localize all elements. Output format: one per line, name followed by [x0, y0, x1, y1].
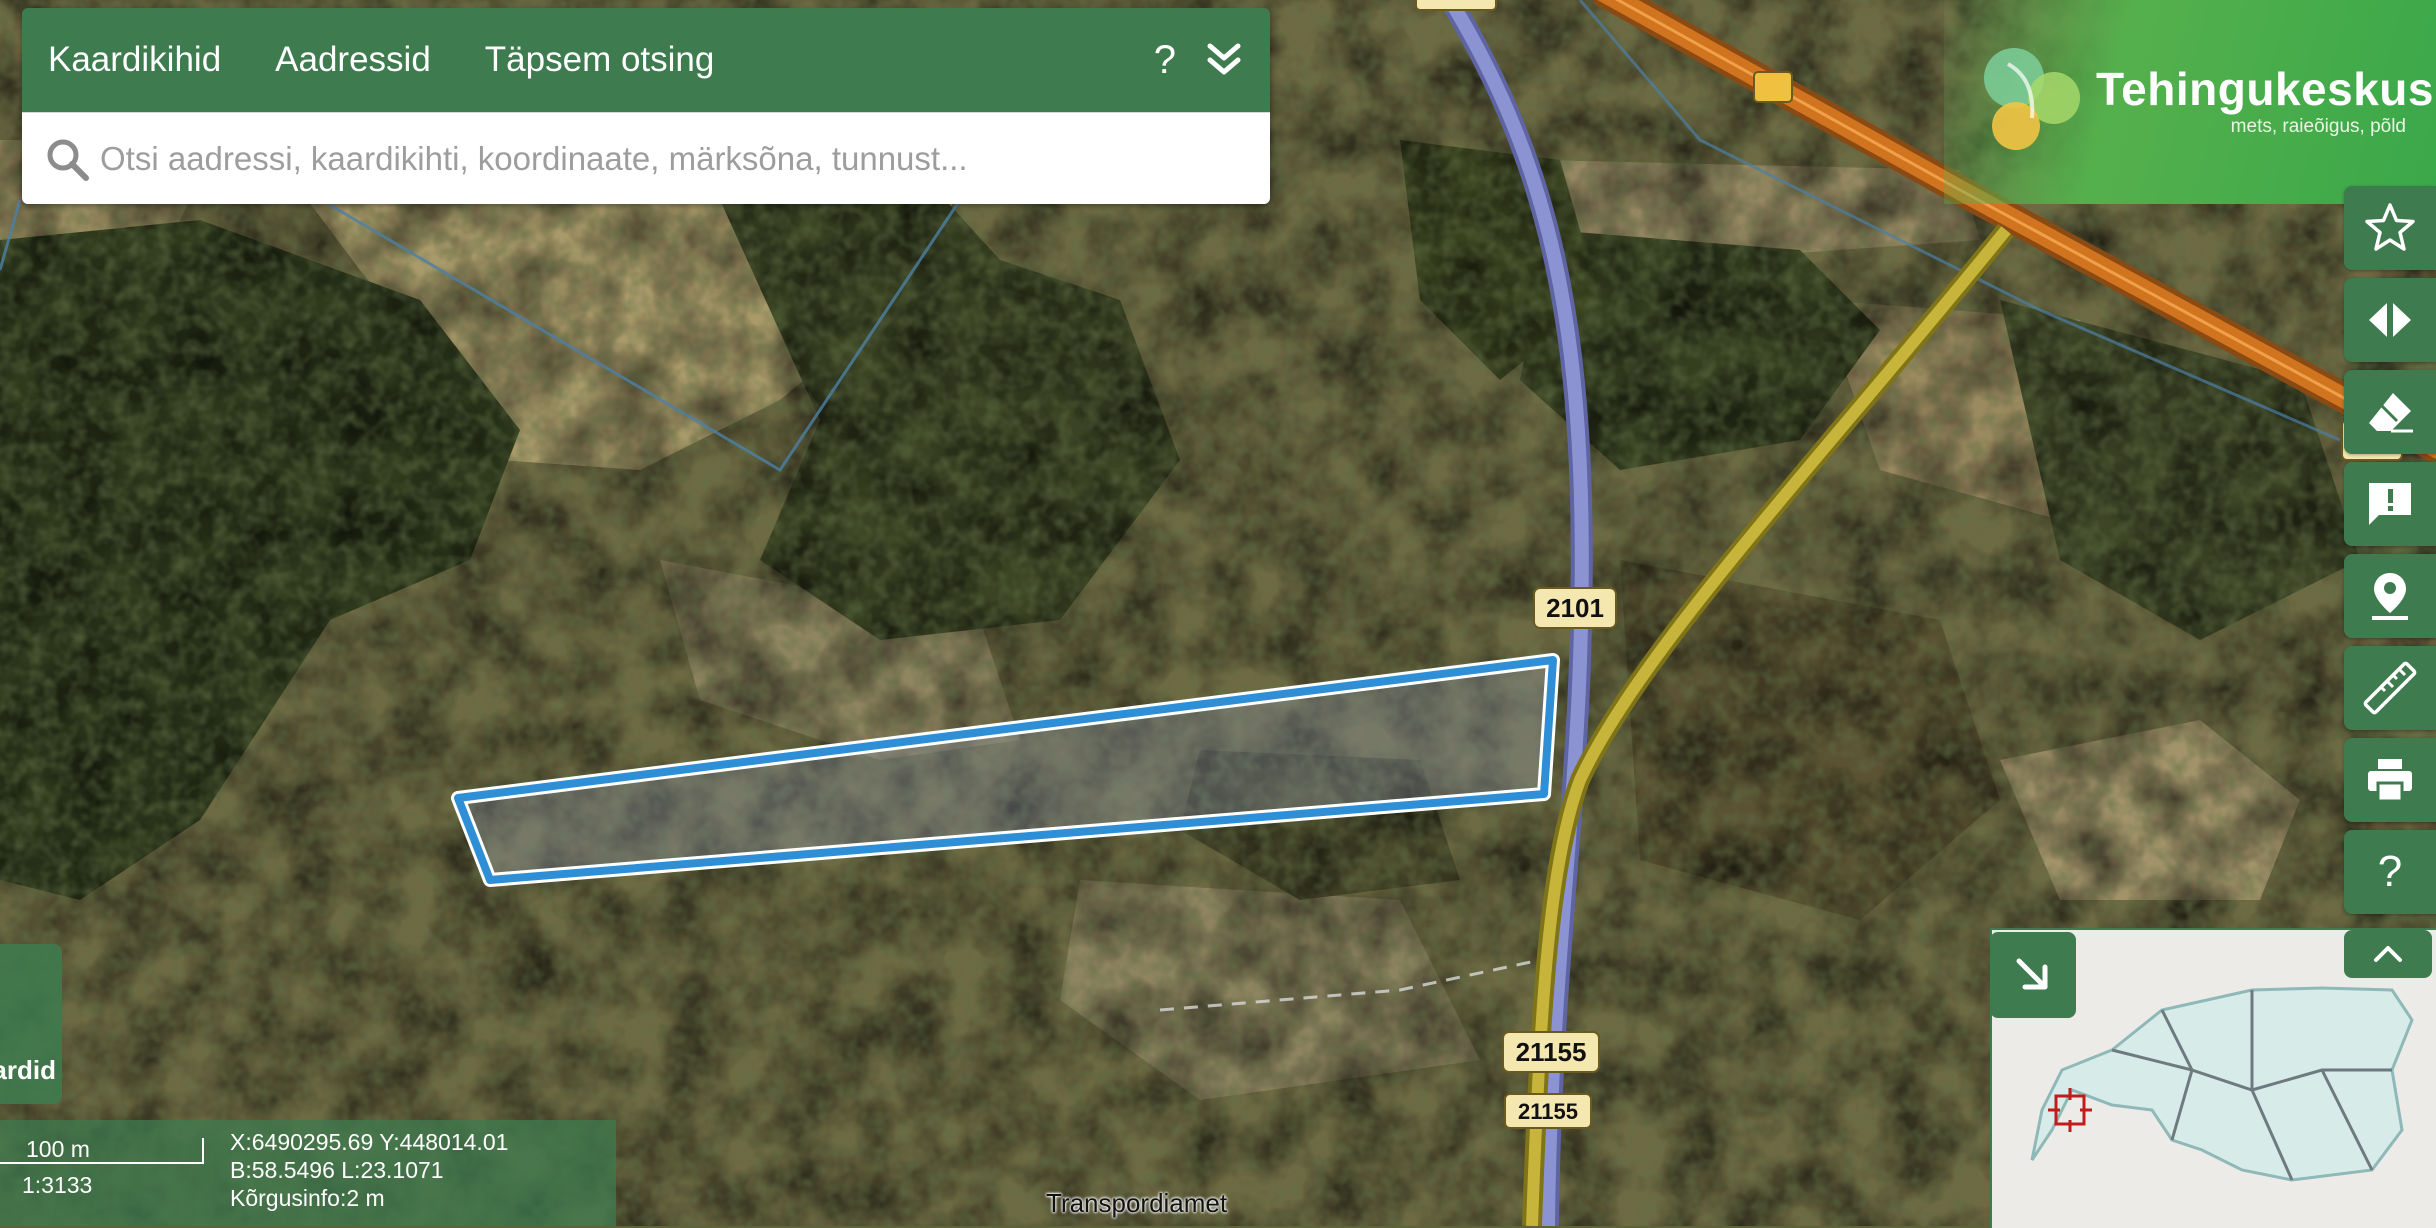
tab-advanced-search[interactable]: Täpsem otsing [485, 40, 715, 80]
print-icon [2368, 759, 2412, 803]
panel-help-button[interactable]: ? [1154, 38, 1176, 83]
eraser-icon [2369, 393, 2413, 433]
map-attribution: Transpordiamet [1046, 1188, 1228, 1218]
feedback-icon [2369, 483, 2411, 525]
svg-text:21155: 21155 [1518, 1099, 1578, 1124]
feedback-button[interactable] [2344, 462, 2436, 546]
search-icon [47, 139, 89, 181]
chevron-up-icon [2374, 946, 2402, 962]
compare-icon [2369, 303, 2411, 337]
coords-xy: X:6490295.69 Y:448014.01 [230, 1129, 509, 1155]
logo-mark-icon [1984, 48, 2080, 150]
coords-bl: B:58.5496 L:23.1071 [230, 1157, 444, 1183]
print-button[interactable] [2344, 738, 2436, 822]
help-icon: ? [2377, 847, 2403, 896]
compare-button[interactable] [2344, 278, 2436, 362]
panel-header: Kaardikihid Aadressid Täpsem otsing ? [22, 8, 1270, 112]
help-button[interactable]: ? [2344, 830, 2436, 914]
right-toolbar: ? [2344, 186, 2436, 922]
scale-ratio: 1:3133 [22, 1172, 93, 1198]
logo-title: Tehingukeskus [2096, 63, 2434, 115]
coords-height: Kõrgusinfo:2 m [230, 1185, 385, 1211]
search-input[interactable] [98, 139, 1248, 179]
road-marker [1753, 71, 1793, 103]
road-label-2101: 2101 [1533, 587, 1617, 629]
star-icon [2365, 203, 2415, 251]
brand-logo[interactable]: Tehingukeskus mets, raieõigus, põld [1944, 0, 2436, 204]
scale-distance: 100 m [26, 1136, 90, 1162]
favorites-button[interactable] [2344, 186, 2436, 270]
tab-map-layers[interactable]: Kaardikihid [48, 40, 221, 80]
measure-button[interactable] [2344, 646, 2436, 730]
eraser-button[interactable] [2344, 370, 2436, 454]
double-chevron-down-icon[interactable] [1204, 40, 1244, 80]
layers-tab-label: Kaardid [0, 1055, 56, 1085]
overview-collapse-button[interactable] [2344, 930, 2432, 978]
road-label-21155: 21155 [1502, 1031, 1600, 1073]
arrow-down-right-icon [2016, 958, 2048, 990]
road-label-top [1415, 0, 1497, 11]
logo-subtitle: mets, raieõigus, põld [2230, 116, 2406, 137]
location-pin-icon [2372, 573, 2408, 620]
location-button[interactable] [2344, 554, 2436, 638]
svg-text:21155: 21155 [1516, 1037, 1587, 1067]
svg-text:2101: 2101 [1546, 593, 1604, 623]
road-label-21155-secondary: 21155 [1504, 1093, 1592, 1129]
ruler-icon [2363, 661, 2417, 715]
coordinates-panel: X:6490295.69 Y:448014.01 B:58.5496 L:23.… [216, 1120, 616, 1226]
overview-expand-button[interactable] [1990, 932, 2076, 1018]
search-bar [22, 112, 1270, 204]
search-panel: Kaardikihid Aadressid Täpsem otsing ? [22, 8, 1270, 204]
tab-addresses[interactable]: Aadressid [275, 40, 431, 80]
